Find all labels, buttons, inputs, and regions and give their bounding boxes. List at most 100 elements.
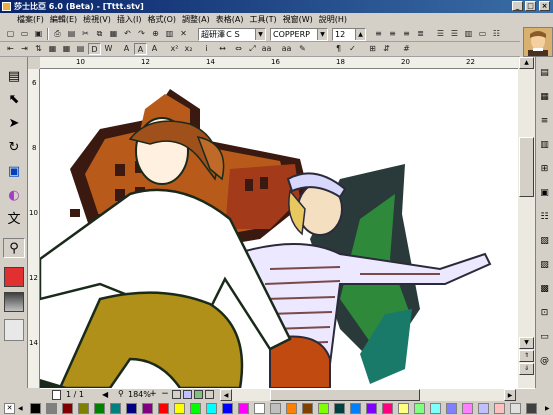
panel-tool-icon[interactable]: ▤ xyxy=(537,63,552,83)
color-swatch[interactable] xyxy=(494,403,505,414)
color-swatch[interactable] xyxy=(126,403,137,414)
char-space-icon[interactable]: aa xyxy=(260,43,273,55)
font-name-select[interactable]: 超研澤ＣＳ ▼ xyxy=(198,28,266,41)
redo-icon[interactable]: ↷ xyxy=(135,28,148,40)
zoom-out-button[interactable]: − xyxy=(160,389,170,400)
color-swatch[interactable] xyxy=(318,403,329,414)
color-swatch[interactable] xyxy=(446,403,457,414)
color-swatch[interactable] xyxy=(270,403,281,414)
color-swatch[interactable] xyxy=(158,403,169,414)
color-swatch[interactable] xyxy=(46,403,57,414)
vertical-ruler[interactable]: 6 8 10 12 14 xyxy=(28,69,40,388)
zoom-in-button[interactable]: + xyxy=(148,389,158,400)
paste-icon[interactable]: ▦ xyxy=(107,28,120,40)
paragraph-mark-icon[interactable]: ¶ xyxy=(332,43,345,55)
scroll-thumb[interactable] xyxy=(519,137,534,197)
line-color-swatch[interactable] xyxy=(4,319,24,341)
page-up-icon[interactable]: ⇑ xyxy=(519,350,534,362)
color-swatch[interactable] xyxy=(254,403,265,414)
justify-icon[interactable]: ≣ xyxy=(414,28,427,40)
menu-edit[interactable]: 編輯(E) xyxy=(47,13,80,27)
scroll-down-button[interactable]: ▼ xyxy=(519,337,534,349)
arrow-select-icon[interactable]: ➤ xyxy=(3,114,25,134)
outdent-icon[interactable]: ⇥ xyxy=(18,43,31,55)
pointer-icon[interactable]: ⬉ xyxy=(3,90,25,110)
maximize-button[interactable]: □ xyxy=(525,1,536,11)
at-icon[interactable]: @ xyxy=(537,351,552,371)
text-box-icon[interactable]: A xyxy=(134,43,147,55)
kerning-icon[interactable]: ↔ xyxy=(216,43,229,55)
h-scroll-left[interactable]: ◀ xyxy=(220,389,232,401)
font-size-field[interactable]: 12 ▲ xyxy=(332,28,366,41)
menu-help[interactable]: 說明(H) xyxy=(316,13,350,27)
color-swatch[interactable] xyxy=(174,403,185,414)
panel-tool-icon[interactable]: ▦ xyxy=(537,87,552,107)
text-tool-icon[interactable]: 文 xyxy=(3,210,25,230)
chart-icon[interactable]: ▤ xyxy=(74,43,87,55)
list-icon[interactable]: ☷ xyxy=(490,28,503,40)
table-icon[interactable]: ▦ xyxy=(60,43,73,55)
color-swatch[interactable] xyxy=(510,403,521,414)
text-direction-icon[interactable]: ⇅ xyxy=(32,43,45,55)
text-a-icon[interactable]: A xyxy=(120,43,133,55)
tracking-icon[interactable]: ⇔ xyxy=(232,43,245,55)
cut-icon[interactable]: ✂ xyxy=(79,28,92,40)
nav-prev-icon[interactable]: ◀ xyxy=(102,390,108,399)
line-spacing-icon[interactable]: ☰ xyxy=(434,28,447,40)
color-swatch[interactable] xyxy=(78,403,89,414)
no-color-icon[interactable]: ✕ xyxy=(4,403,15,414)
vertical-scrollbar[interactable]: ▲ ▼ ⇑ ⇓ xyxy=(518,57,535,388)
sort-icon[interactable]: ⇵ xyxy=(380,43,393,55)
open-icon[interactable]: ▭ xyxy=(18,28,31,40)
color-swatch[interactable] xyxy=(94,403,105,414)
color-swatch[interactable] xyxy=(414,403,425,414)
scroll-up-button[interactable]: ▲ xyxy=(519,57,534,69)
gradient-swatch[interactable] xyxy=(4,292,24,312)
minimize-button[interactable]: _ xyxy=(512,1,523,11)
superscript-icon[interactable]: x² xyxy=(168,43,181,55)
menu-format[interactable]: 格式(O) xyxy=(144,13,179,27)
shape-icon[interactable]: ◐ xyxy=(3,186,25,206)
avatar[interactable] xyxy=(523,27,553,57)
preview-icon[interactable]: ▤ xyxy=(65,28,78,40)
character-style-icon[interactable]: A xyxy=(148,43,161,55)
color-swatch[interactable] xyxy=(302,403,313,414)
color-swatch[interactable] xyxy=(430,403,441,414)
menu-file[interactable]: 檔案(F) xyxy=(14,13,47,27)
view-mode-icon[interactable] xyxy=(205,390,214,399)
fit-icon[interactable]: ⊞ xyxy=(366,43,379,55)
align-right-icon[interactable]: ≡ xyxy=(400,28,413,40)
page-down-icon[interactable]: ⇓ xyxy=(519,363,534,375)
color-swatch[interactable] xyxy=(110,403,121,414)
zoom-tool-icon[interactable]: ⊕ xyxy=(149,28,162,40)
h-scroll-thumb[interactable] xyxy=(270,389,420,401)
delete-icon[interactable]: ✕ xyxy=(177,28,190,40)
menu-window[interactable]: 視窗(W) xyxy=(280,13,316,27)
subscript-icon[interactable]: x₂ xyxy=(182,43,195,55)
menu-adjust[interactable]: 調整(A) xyxy=(179,13,213,27)
panel-tool-icon[interactable]: ▭ xyxy=(537,327,552,347)
bold-d-icon[interactable]: D xyxy=(88,43,101,55)
indent-icon[interactable]: ⇤ xyxy=(4,43,17,55)
color-swatch[interactable] xyxy=(286,403,297,414)
panel-tool-icon[interactable]: ≡ xyxy=(537,111,552,131)
wide-w-icon[interactable]: W xyxy=(102,43,115,55)
color-swatch[interactable] xyxy=(382,403,393,414)
document-canvas[interactable] xyxy=(40,69,518,388)
color-swatch[interactable] xyxy=(526,403,537,414)
spell-check-icon[interactable]: ✓ xyxy=(346,43,359,55)
color-swatch[interactable] xyxy=(398,403,409,414)
palette-scroll-left[interactable]: ◀ xyxy=(18,403,26,414)
fill-color-swatch[interactable] xyxy=(4,267,24,287)
grid-snap-icon[interactable]: # xyxy=(400,43,413,55)
align-center-icon[interactable]: ≡ xyxy=(386,28,399,40)
zoom-icon[interactable]: ⚲ xyxy=(3,238,25,258)
column-icon[interactable]: ▥ xyxy=(462,28,475,40)
menu-table[interactable]: 表格(A) xyxy=(213,13,247,27)
color-swatch[interactable] xyxy=(62,403,73,414)
horizontal-ruler[interactable]: 10 12 14 16 18 20 22 xyxy=(40,57,518,69)
align-left-icon[interactable]: ≡ xyxy=(372,28,385,40)
color-swatch[interactable] xyxy=(334,403,345,414)
crop-icon[interactable]: ▣ xyxy=(3,162,25,182)
palette-scroll-right[interactable]: ▶ xyxy=(545,403,553,414)
